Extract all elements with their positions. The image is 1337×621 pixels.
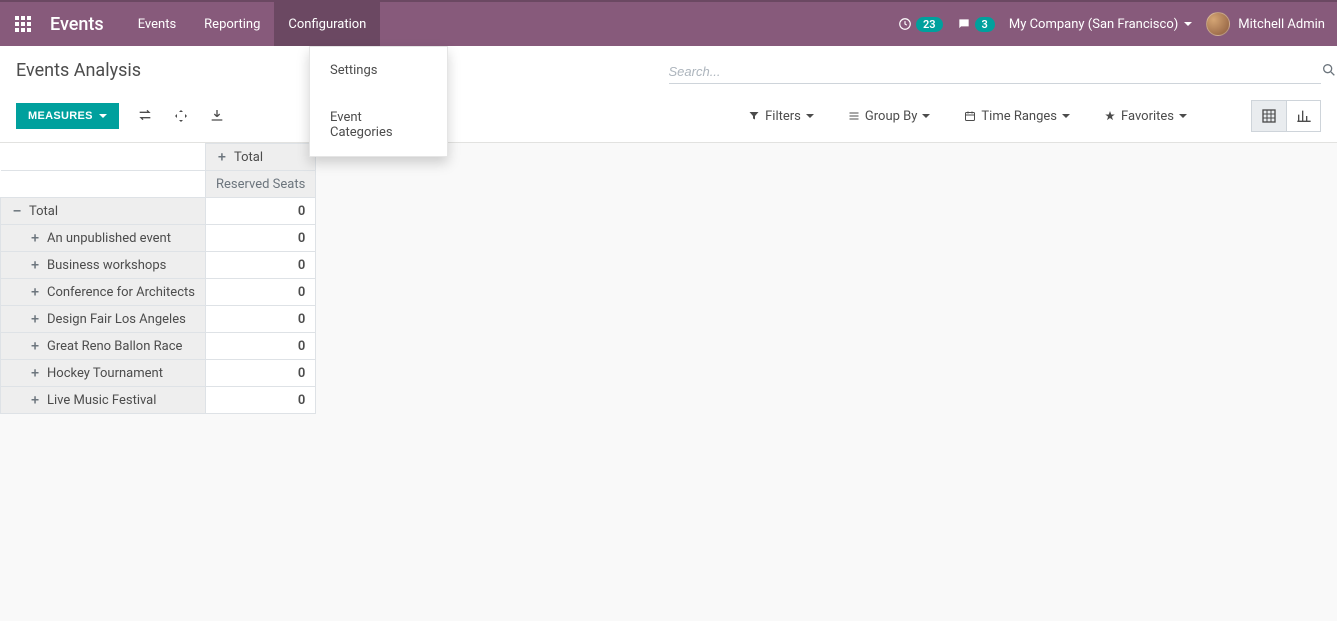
pivot-view-button[interactable]	[1252, 101, 1286, 131]
groupby-button[interactable]: Group By	[848, 109, 931, 124]
top-nav: Events Events Reporting Configuration 23…	[0, 0, 1337, 46]
pivot-corner	[1, 144, 206, 171]
swap-icon	[137, 108, 153, 122]
pivot-cell: 0	[205, 360, 315, 387]
pivot-col-header[interactable]: + Total	[205, 144, 315, 171]
measures-button[interactable]: MEASURES	[16, 103, 119, 129]
nav-items: Events Reporting Configuration	[124, 2, 381, 46]
col-header-label: Total	[234, 150, 263, 165]
nav-item-reporting[interactable]: Reporting	[190, 2, 274, 46]
total-label: Total	[29, 204, 58, 219]
pivot-total-value: 0	[205, 198, 315, 225]
pivot-cell: 0	[205, 225, 315, 252]
download-button[interactable]	[209, 108, 225, 124]
pivot-cell: 0	[205, 252, 315, 279]
star-icon	[1104, 110, 1116, 122]
topbar-right: 23 3 My Company (San Francisco) Mitchell…	[898, 12, 1337, 36]
pivot-table-wrapper: +Total Reserved Seats −Total 0 +An unpub…	[0, 143, 1337, 414]
download-icon	[209, 108, 225, 124]
view-switcher	[1251, 100, 1321, 132]
pivot-row[interactable]: + Conference for Architects	[1, 279, 206, 306]
user-name: Mitchell Admin	[1238, 17, 1325, 32]
pivot-row-label: Hockey Tournament	[47, 366, 163, 381]
pivot-row-label: Conference for Architects	[47, 285, 195, 300]
nav-item-events[interactable]: Events	[124, 2, 190, 46]
plus-icon[interactable]: +	[29, 393, 41, 408]
timeranges-button[interactable]: Time Ranges	[964, 109, 1070, 124]
activities-button[interactable]: 23	[898, 17, 943, 32]
graph-view-button[interactable]	[1286, 101, 1320, 131]
messages-button[interactable]: 3	[957, 17, 995, 32]
favorites-label: Favorites	[1121, 109, 1174, 124]
search-box[interactable]	[669, 60, 1322, 84]
pivot-corner	[1, 171, 206, 198]
favorites-button[interactable]: Favorites	[1104, 109, 1187, 124]
pivot-row[interactable]: + Business workshops	[1, 252, 206, 279]
timeranges-label: Time Ranges	[981, 109, 1057, 124]
chevron-down-icon	[1179, 114, 1187, 118]
user-menu[interactable]: Mitchell Admin	[1206, 12, 1325, 36]
clock-icon	[898, 17, 912, 31]
pivot-row[interactable]: + An unpublished event	[1, 225, 206, 252]
plus-icon[interactable]: +	[29, 285, 41, 300]
activities-badge: 23	[916, 17, 943, 32]
pivot-row[interactable]: + Hockey Tournament	[1, 360, 206, 387]
pivot-row[interactable]: + Design Fair Los Angeles	[1, 306, 206, 333]
control-panel: Events Analysis MEASURES	[0, 46, 1337, 143]
measures-label: MEASURES	[28, 110, 93, 122]
pivot-row-label: An unpublished event	[47, 231, 171, 246]
pivot-row-label: Design Fair Los Angeles	[47, 312, 186, 327]
pivot-table: +Total Reserved Seats −Total 0 +An unpub…	[0, 143, 316, 414]
pivot-cell: 0	[205, 333, 315, 360]
chevron-down-icon	[806, 114, 814, 118]
calendar-icon	[964, 110, 976, 122]
plus-icon[interactable]: +	[29, 366, 41, 381]
company-switcher[interactable]: My Company (San Francisco)	[1009, 17, 1192, 32]
pivot-measure-header[interactable]: Reserved Seats	[205, 171, 315, 198]
nav-item-configuration[interactable]: Configuration	[274, 2, 380, 46]
filters-label: Filters	[765, 109, 801, 124]
groupby-label: Group By	[865, 109, 918, 124]
filters-button[interactable]: Filters	[748, 109, 814, 124]
plus-icon[interactable]: +	[29, 258, 41, 273]
plus-icon[interactable]: +	[29, 339, 41, 354]
pivot-row[interactable]: + Great Reno Ballon Race	[1, 333, 206, 360]
list-icon	[848, 110, 860, 122]
pivot-row-total[interactable]: −Total	[1, 198, 206, 225]
chevron-down-icon	[1062, 114, 1070, 118]
move-icon	[173, 108, 189, 124]
app-brand[interactable]: Events	[46, 14, 124, 35]
pivot-row-label: Great Reno Ballon Race	[47, 339, 182, 354]
plus-icon[interactable]: +	[29, 312, 41, 327]
pivot-icon	[1261, 108, 1277, 124]
plus-icon[interactable]: +	[29, 231, 41, 246]
pivot-row-label: Live Music Festival	[47, 393, 156, 408]
pivot-row[interactable]: + Live Music Festival	[1, 387, 206, 414]
dropdown-item-event-categories[interactable]: Event Categories	[310, 94, 447, 156]
pivot-row-label: Business workshops	[47, 258, 166, 273]
pivot-cell: 0	[205, 279, 315, 306]
pivot-cell: 0	[205, 387, 315, 414]
minus-icon[interactable]: −	[11, 204, 23, 219]
expand-button[interactable]	[173, 108, 189, 124]
configuration-dropdown: Settings Event Categories	[309, 46, 448, 157]
chevron-down-icon	[99, 114, 107, 118]
dropdown-item-settings[interactable]: Settings	[310, 47, 447, 94]
funnel-icon	[748, 110, 760, 122]
search-input[interactable]	[669, 60, 1322, 83]
chevron-down-icon	[922, 114, 930, 118]
messages-badge: 3	[975, 17, 995, 32]
plus-icon[interactable]: +	[216, 150, 228, 165]
pivot-cell: 0	[205, 306, 315, 333]
apps-icon[interactable]	[0, 1, 46, 47]
chat-icon	[957, 17, 971, 31]
search-icon[interactable]	[1321, 62, 1337, 78]
avatar	[1206, 12, 1230, 36]
company-name: My Company (San Francisco)	[1009, 17, 1178, 32]
chevron-down-icon	[1184, 22, 1192, 26]
bar-chart-icon	[1296, 108, 1312, 124]
flip-axis-button[interactable]	[137, 108, 153, 124]
